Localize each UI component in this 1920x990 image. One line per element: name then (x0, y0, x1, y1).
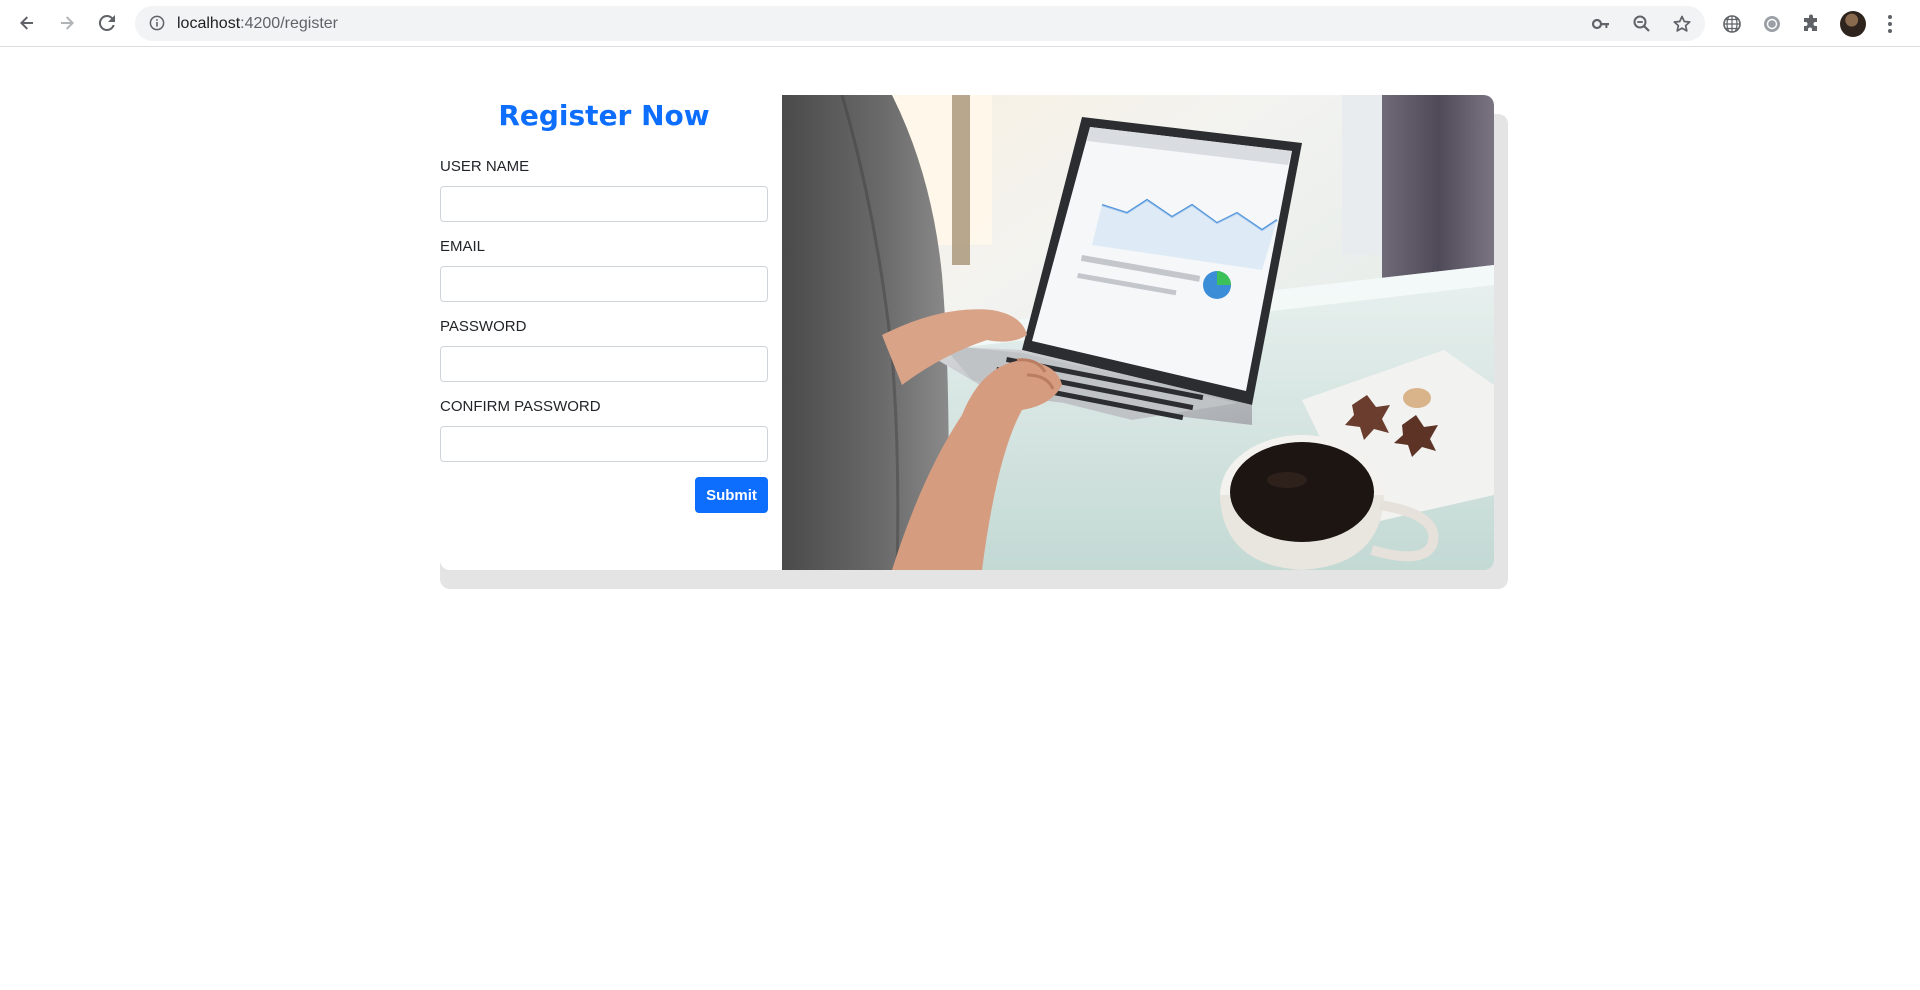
confirm-password-input[interactable] (440, 426, 768, 462)
email-input[interactable] (440, 266, 768, 302)
confirm-password-label: CONFIRM PASSWORD (440, 398, 601, 415)
username-label: USER NAME (440, 158, 530, 175)
avatar[interactable] (1840, 11, 1866, 37)
loading-progress (0, 0, 605, 2)
register-card: Register Now USER NAME EMAIL PASSWORD CO… (440, 95, 1494, 570)
hero-image (782, 95, 1494, 570)
reload-button[interactable] (91, 7, 123, 39)
grid-globe-icon[interactable] (1721, 13, 1743, 35)
puzzle-icon[interactable] (1801, 13, 1823, 35)
email-label: EMAIL (440, 238, 486, 255)
info-icon[interactable] (149, 15, 165, 31)
username-input[interactable] (440, 186, 768, 222)
url-host: localhost (177, 15, 241, 32)
zoom-out-icon[interactable] (1632, 14, 1652, 34)
password-input[interactable] (440, 346, 768, 382)
key-icon[interactable] (1591, 14, 1611, 34)
back-arrow-icon (20, 16, 33, 30)
address-bar[interactable]: localhost:4200/register (135, 6, 1705, 41)
url-text[interactable]: localhost:4200/register (177, 15, 338, 33)
register-form: Register Now USER NAME EMAIL PASSWORD CO… (440, 95, 768, 570)
url-path: :4200/register (240, 15, 338, 32)
kebab-menu-icon[interactable] (1882, 13, 1898, 35)
reload-icon (98, 14, 115, 31)
back-button[interactable] (11, 7, 43, 39)
page-title: Register Now (498, 99, 710, 132)
forward-button[interactable] (51, 7, 83, 39)
star-icon[interactable] (1672, 14, 1692, 34)
laptop-workspace-illustration (782, 95, 1494, 570)
forward-arrow-icon (61, 16, 74, 30)
browser-toolbar: localhost:4200/register (0, 0, 1920, 47)
submit-button[interactable]: Submit (695, 477, 768, 513)
circle-extension-icon[interactable] (1761, 13, 1783, 35)
password-label: PASSWORD (440, 318, 527, 335)
